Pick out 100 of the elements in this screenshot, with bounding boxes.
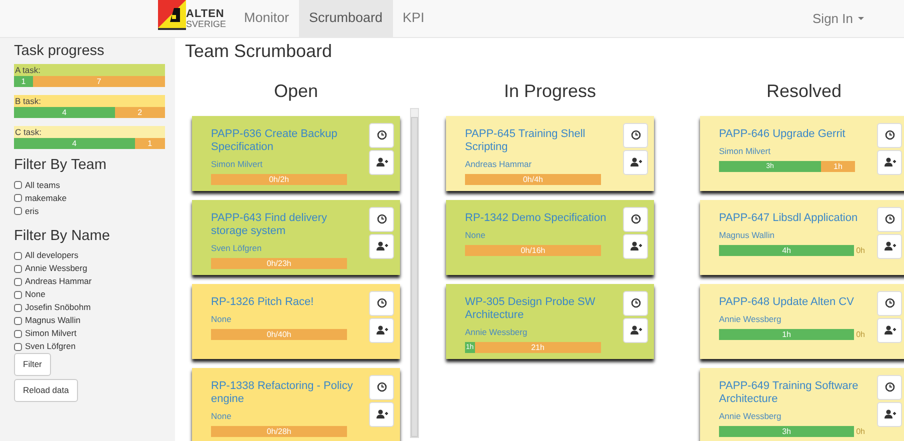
progress-segment: 7 [32, 76, 165, 88]
clock-icon [884, 298, 894, 308]
log-time-button[interactable] [623, 290, 648, 316]
sidebar-button[interactable]: Filter [14, 353, 51, 376]
task-assignee: Annie Wessberg [465, 326, 528, 337]
sidebar-button[interactable]: Reload data [14, 378, 78, 402]
task-title-link[interactable]: WP-305 Design Probe SW Architecture [465, 296, 611, 322]
progress-segment: 2 [114, 107, 165, 118]
brand-subtitle: SVERIGE [186, 20, 226, 28]
checkbox-label: All teams [25, 178, 60, 192]
progress-segment: 0h/28h [211, 426, 347, 437]
scrollbar[interactable] [410, 108, 419, 438]
clock-icon [376, 382, 386, 392]
user-plus-icon [630, 157, 642, 168]
clock-icon [630, 214, 640, 224]
task-label: C task: [14, 126, 165, 138]
log-time-button[interactable] [877, 206, 902, 232]
progress-segment: 4 [14, 107, 115, 118]
assign-user-button[interactable] [623, 150, 648, 175]
assign-user-button[interactable] [623, 318, 648, 343]
nav-link[interactable]: Scrumboard [299, 0, 393, 37]
log-time-button[interactable] [877, 290, 902, 316]
task-assignee: None [465, 230, 486, 240]
task-title-link[interactable]: PAPP-649 Training Software Architecture [719, 380, 865, 406]
task-label: A task: [14, 64, 165, 76]
column-heading: In Progress [502, 80, 598, 102]
progress-segment: 1 [134, 138, 165, 150]
progress-segment: 0h/2h [211, 174, 347, 185]
user-plus-icon [884, 241, 896, 252]
progress-segment: 3h [719, 426, 854, 437]
task-assignee: Annie Wessberg [719, 410, 782, 421]
clock-icon [630, 130, 640, 140]
checkbox[interactable] [14, 290, 22, 299]
progress-segment: 0h/23h [211, 258, 347, 269]
assign-user-button[interactable] [623, 234, 648, 259]
checkbox-label: Annie Wessberg [25, 262, 88, 276]
user-plus-icon [630, 241, 642, 252]
assign-user-button[interactable] [369, 150, 394, 175]
checkbox[interactable] [14, 207, 22, 216]
task-title-link[interactable]: PAPP-646 Upgrade Gerrit [719, 128, 865, 141]
page-title: Team Scrumboard [185, 41, 334, 63]
user-plus-icon [376, 409, 388, 420]
clock-icon [376, 214, 386, 224]
checkbox[interactable] [14, 252, 22, 260]
column-heading: Resolved [765, 80, 843, 102]
assign-user-button[interactable] [877, 150, 902, 175]
checkbox[interactable] [14, 278, 22, 286]
log-time-button[interactable] [877, 374, 902, 400]
section-heading: Filter By Team [14, 157, 108, 175]
task-assignee: Magnus Wallin [719, 230, 776, 240]
log-time-button[interactable] [369, 374, 394, 400]
section-heading: Filter By Name [14, 228, 111, 246]
assign-user-button[interactable] [369, 318, 394, 343]
nav-link[interactable]: Monitor [234, 0, 300, 37]
task-assignee: Simon Milvert [719, 146, 772, 156]
task-title-link[interactable]: PAPP-647 Libsdl Application [719, 212, 865, 225]
checkbox[interactable] [14, 330, 22, 338]
checkbox[interactable] [14, 194, 22, 202]
assign-user-button[interactable] [877, 318, 902, 343]
checkbox-label: eris [25, 204, 39, 218]
assign-user-button[interactable] [369, 234, 394, 259]
task-title-link[interactable]: RP-1338 Refactoring - Policy engine [211, 380, 357, 406]
log-time-button[interactable] [369, 122, 394, 148]
checkbox[interactable] [14, 316, 22, 325]
task-title-link[interactable]: PAPP-648 Update Alten CV [719, 296, 865, 309]
clock-icon [884, 382, 894, 392]
scrollbar-thumb[interactable] [411, 116, 418, 437]
log-time-button[interactable] [623, 122, 648, 148]
log-time-button[interactable] [369, 290, 394, 316]
task-assignee: Andreas Hammar [465, 158, 533, 169]
log-time-button[interactable] [623, 206, 648, 232]
task-title-link[interactable]: PAPP-645 Training Shell Scripting [465, 128, 611, 154]
task-title-link[interactable]: PAPP-643 Find delivery storage system [211, 212, 357, 238]
sign-in-menu[interactable]: Sign In [812, 0, 864, 37]
checkbox[interactable] [14, 264, 22, 273]
log-time-button[interactable] [877, 122, 902, 148]
progress-segment: 0h/40h [211, 328, 347, 340]
checkbox-label: Sven Löfgren [25, 340, 76, 354]
task-title-link[interactable]: RP-1342 Demo Specification [465, 212, 611, 225]
checkbox[interactable] [14, 342, 22, 351]
task-assignee: Simon Milvert [211, 158, 264, 169]
checkbox-label: makemake [25, 192, 67, 205]
task-title-link[interactable]: RP-1326 Pitch Race! [211, 296, 357, 309]
logo-icon [158, 0, 186, 30]
checkbox-label: Andreas Hammar [25, 275, 92, 288]
task-title-link[interactable]: PAPP-636 Create Backup Specification [211, 128, 357, 154]
user-plus-icon [884, 325, 896, 336]
assign-user-button[interactable] [877, 234, 902, 259]
task-label: B task: [14, 95, 165, 108]
checkbox[interactable] [14, 181, 22, 190]
assign-user-button[interactable] [877, 402, 902, 427]
progress-segment: 21h [474, 342, 601, 353]
log-time-button[interactable] [369, 206, 394, 232]
progress-label: 0h [855, 328, 865, 340]
nav-link[interactable]: KPI [392, 0, 434, 37]
clock-icon [376, 130, 386, 140]
checkbox[interactable] [14, 304, 22, 312]
progress-segment: 4 [14, 138, 135, 150]
checkbox-label: Magnus Wallin [25, 314, 80, 328]
assign-user-button[interactable] [369, 402, 394, 427]
